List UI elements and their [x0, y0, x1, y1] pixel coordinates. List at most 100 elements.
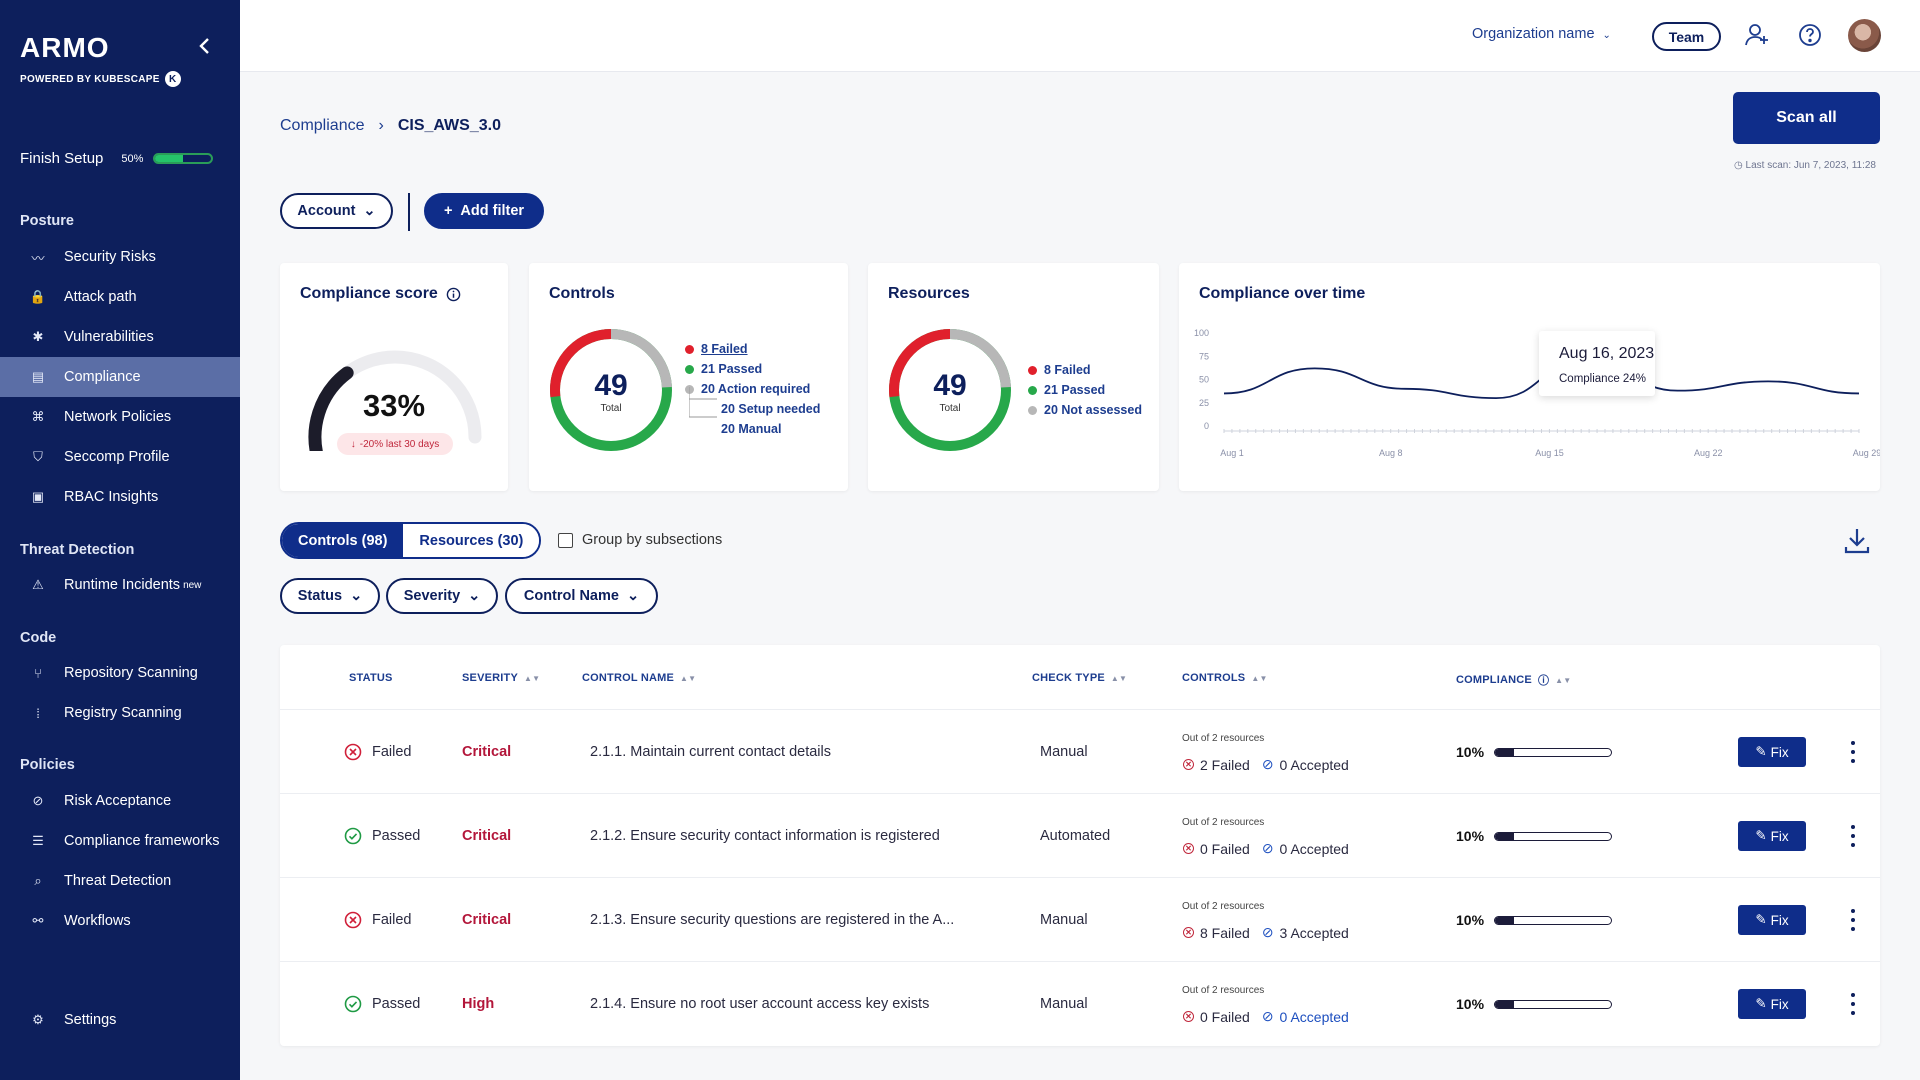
sidebar-item-vulnerabilities[interactable]: ✱ Vulnerabilities: [0, 317, 240, 357]
warning-icon: ⚠: [32, 577, 44, 592]
control-name[interactable]: 2.1.3. Ensure security questions are reg…: [590, 912, 954, 928]
sidebar-item-workflows[interactable]: ⚯ Workflows: [0, 901, 240, 941]
compliance-value: 10%: [1456, 744, 1485, 760]
section-policies: Policies: [20, 757, 75, 773]
status-label: Failed: [372, 912, 412, 928]
header-check-type[interactable]: CHECK TYPE ▲▼: [1032, 672, 1127, 684]
sidebar-item-settings[interactable]: ⚙ Settings: [0, 1000, 240, 1040]
fix-button[interactable]: ✎ Fix: [1738, 737, 1806, 767]
controls-accepted[interactable]: 3 Accepted: [1280, 925, 1349, 941]
info-icon[interactable]: [446, 287, 461, 302]
header-severity[interactable]: SEVERITY ▲▼: [462, 672, 540, 684]
workflow-icon: ⚯: [32, 913, 44, 928]
finish-setup[interactable]: Finish Setup 50%: [20, 150, 225, 167]
armo-logo[interactable]: ARMO: [20, 32, 110, 64]
sidebar-item-repository-scanning[interactable]: ⑂ Repository Scanning: [0, 653, 240, 693]
add-filter-button[interactable]: + Add filter: [424, 193, 544, 229]
legend-tree-lines: [689, 387, 717, 418]
severity-filter[interactable]: Severity ⌄: [386, 578, 498, 614]
controls-stats: ✕ 8 Failed ⊘ 3 Accepted: [1183, 924, 1349, 941]
sidebar-item-runtime-incidents[interactable]: ⚠ Runtime Incidents new: [0, 565, 240, 605]
user-avatar[interactable]: [1848, 19, 1881, 52]
sort-icon: ▲▼: [1555, 675, 1572, 685]
sidebar-item-threat-detection[interactable]: ⌕ Threat Detection: [0, 861, 240, 901]
controls-stats: ✕ 2 Failed ⊘ 0 Accepted: [1183, 756, 1349, 773]
fix-button[interactable]: ✎ Fix: [1738, 905, 1806, 935]
control-name[interactable]: 2.1.2. Ensure security contact informati…: [590, 828, 940, 844]
legend-passed-label: 21 Passed: [701, 362, 763, 376]
status-cell: Passed: [344, 995, 420, 1013]
breadcrumb-compliance[interactable]: Compliance: [280, 117, 364, 135]
header-controls[interactable]: CONTROLS ▲▼: [1182, 672, 1268, 684]
add-user-icon[interactable]: [1744, 22, 1772, 50]
sidebar-item-label: Risk Acceptance: [64, 793, 172, 809]
download-icon[interactable]: [1844, 527, 1870, 555]
failed-icon: [344, 911, 362, 929]
chevron-down-icon: ⌄: [468, 588, 481, 604]
organization-dropdown[interactable]: Organization name ⌄: [1472, 26, 1611, 42]
control-name[interactable]: 2.1.1. Maintain current contact details: [590, 744, 831, 760]
header-control-name[interactable]: CONTROL NAME ▲▼: [582, 672, 696, 684]
controls-failed[interactable]: 2 Failed: [1200, 757, 1250, 773]
status-filter[interactable]: Status ⌄: [280, 578, 380, 614]
more-options-icon[interactable]: [1848, 993, 1858, 1015]
resources-card: Resources 49 Total 8 Failed 21 Passed 20…: [868, 263, 1159, 491]
tab-resources[interactable]: Resources (30): [403, 524, 540, 557]
sidebar-item-security-risks[interactable]: 〰 Security Risks: [0, 237, 240, 277]
controls-failed[interactable]: 0 Failed: [1200, 1009, 1250, 1025]
table-row[interactable]: Passed Critical 2.1.2. Ensure security con…: [280, 793, 1880, 877]
legend-failed: 8 Failed: [1028, 360, 1142, 380]
sidebar-item-risk-acceptance[interactable]: ⊘ Risk Acceptance: [0, 781, 240, 821]
sidebar-item-seccomp-profile[interactable]: ⛉ Seccomp Profile: [0, 437, 240, 477]
y-tick-label: 100: [1194, 328, 1209, 338]
wrench-icon: ✎: [1755, 996, 1767, 1011]
failed-icon: [344, 743, 362, 761]
fix-button[interactable]: ✎ Fix: [1738, 989, 1806, 1019]
more-options-icon[interactable]: [1848, 909, 1858, 931]
legend-manual-label: 20 Manual: [721, 422, 782, 436]
controls-accepted[interactable]: 0 Accepted: [1280, 1009, 1349, 1025]
controls-failed[interactable]: 0 Failed: [1200, 841, 1250, 857]
sidebar-item-attack-path[interactable]: 🔒 Attack path: [0, 277, 240, 317]
legend-not-assessed-label: 20 Not assessed: [1044, 403, 1142, 417]
header-status: STATUS: [349, 672, 393, 684]
controls-accepted[interactable]: 0 Accepted: [1280, 757, 1349, 773]
fix-button[interactable]: ✎ Fix: [1738, 821, 1806, 851]
legend-passed-label: 21 Passed: [1044, 383, 1106, 397]
more-options-icon[interactable]: [1848, 741, 1858, 763]
sidebar-item-registry-scanning[interactable]: ⁞ Registry Scanning: [0, 693, 240, 733]
legend-failed[interactable]: 8 Failed: [685, 339, 820, 359]
account-filter[interactable]: Account ⌄: [280, 193, 393, 229]
team-button[interactable]: Team: [1652, 22, 1721, 51]
scan-all-button[interactable]: Scan all: [1733, 92, 1880, 144]
controls-table: STATUS SEVERITY ▲▼ CONTROL NAME ▲▼ CHECK T…: [280, 645, 1880, 1046]
sidebar-item-compliance[interactable]: ▤ Compliance: [0, 357, 240, 397]
control-name-filter[interactable]: Control Name ⌄: [505, 578, 658, 614]
legend-setup-label: 20 Setup needed: [721, 402, 821, 416]
group-checkbox[interactable]: [558, 532, 573, 548]
info-icon[interactable]: ⓘ: [1538, 672, 1549, 688]
severity-label: Critical: [462, 912, 512, 928]
controls-failed[interactable]: 8 Failed: [1200, 925, 1250, 941]
table-row[interactable]: Failed Critical 2.1.1. Maintain current co…: [280, 709, 1880, 793]
arrow-down-icon: ↓: [350, 438, 356, 450]
collapse-sidebar-icon[interactable]: [198, 36, 212, 62]
control-name[interactable]: 2.1.4. Ensure no root user account acces…: [590, 996, 929, 1012]
sort-icon: ▲▼: [1251, 673, 1268, 683]
controls-sub: Out of 2 resources: [1182, 733, 1265, 744]
sidebar-item-compliance-frameworks[interactable]: ☰ Compliance frameworks: [0, 821, 240, 861]
tab-controls[interactable]: Controls (98): [282, 524, 404, 557]
controls-accepted[interactable]: 0 Accepted: [1280, 841, 1349, 857]
table-row[interactable]: Passed High 2.1.4. Ensure no root user acc…: [280, 961, 1880, 1045]
eye-off-icon: ⊘: [1261, 756, 1274, 772]
eye-off-icon: ⊘: [1261, 840, 1274, 856]
group-by-subsections[interactable]: Group by subsections: [558, 532, 722, 548]
sidebar-item-rbac-insights[interactable]: ▣ RBAC Insights: [0, 477, 240, 517]
help-icon[interactable]: [1797, 22, 1825, 50]
table-row[interactable]: Failed Critical 2.1.3. Ensure security que…: [280, 877, 1880, 961]
more-options-icon[interactable]: [1848, 825, 1858, 847]
account-filter-label: Account: [297, 203, 356, 219]
compliance-score-title-text: Compliance score: [300, 285, 438, 302]
sidebar-item-network-policies[interactable]: ⌘ Network Policies: [0, 397, 240, 437]
header-compliance[interactable]: COMPLIANCE ⓘ ▲▼: [1456, 672, 1571, 688]
